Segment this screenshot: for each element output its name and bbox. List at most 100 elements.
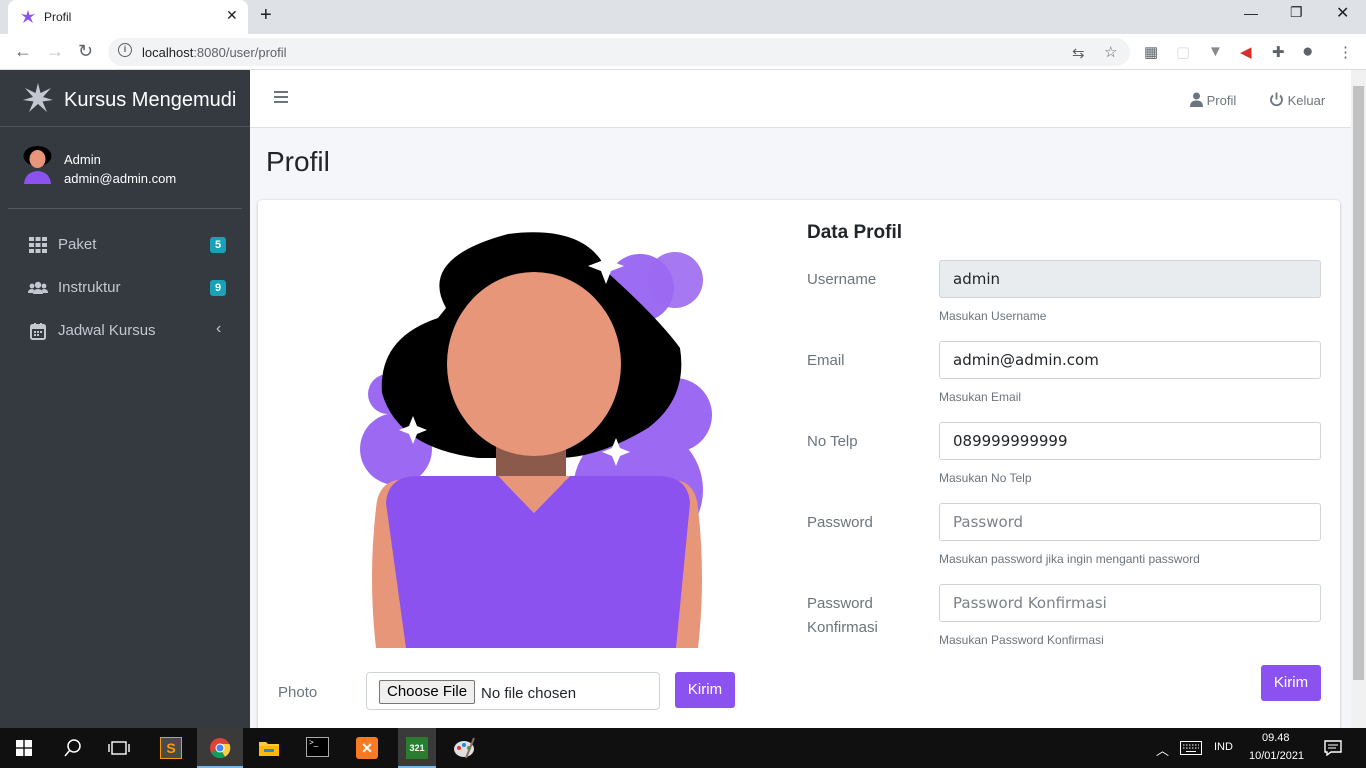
user-email: admin@admin.com bbox=[64, 171, 177, 186]
sidebar: Kursus Mengemudi Admin admin@admin.com P… bbox=[0, 70, 250, 728]
brand-link[interactable]: Kursus Mengemudi bbox=[0, 70, 250, 127]
avatar[interactable] bbox=[21, 144, 54, 184]
telp-help: Masukan No Telp bbox=[939, 471, 1032, 485]
search-icon[interactable] bbox=[62, 738, 84, 758]
minimize-button[interactable]: — bbox=[1244, 5, 1258, 21]
user-icon bbox=[1190, 92, 1203, 107]
window-close-button[interactable]: ✕ bbox=[1336, 3, 1349, 23]
new-tab-button[interactable]: + bbox=[260, 4, 272, 27]
keluar-link[interactable]: Keluar bbox=[1269, 92, 1325, 108]
calendar-icon bbox=[30, 323, 46, 340]
user-panel: Admin admin@admin.com bbox=[8, 127, 242, 209]
telp-field[interactable]: 089999999999 bbox=[939, 422, 1321, 460]
username-label: Username bbox=[807, 271, 877, 288]
taskbar: S >_ ✕ 321 ︿ IND 09.48 10/01/2021 bbox=[0, 728, 1366, 768]
keluar-link-label: Keluar bbox=[1287, 93, 1326, 108]
top-navbar: Profil Keluar bbox=[250, 70, 1351, 128]
password-field[interactable]: Password bbox=[939, 503, 1321, 541]
section-title: Data Profil bbox=[807, 222, 903, 243]
email-label: Email bbox=[807, 352, 845, 369]
clock-date[interactable]: 10/01/2021 bbox=[1249, 750, 1304, 762]
url-text[interactable]: localhost:8080/user/profil bbox=[142, 45, 287, 60]
chevron-left-icon: ‹ bbox=[216, 320, 222, 337]
file-status: No file chosen bbox=[481, 685, 577, 702]
forward-icon[interactable]: → bbox=[46, 41, 64, 62]
power-icon bbox=[1270, 92, 1283, 107]
counter-app-icon: 321 bbox=[406, 737, 428, 759]
notification-icon[interactable] bbox=[1324, 740, 1342, 756]
reload-icon[interactable]: ↻ bbox=[78, 41, 93, 62]
password-confirm-label-line2: Konfirmasi bbox=[807, 619, 878, 636]
clock-time[interactable]: 09.48 bbox=[1262, 732, 1290, 744]
browser-tabbar: Profil ✕ + — ❐ ✕ bbox=[0, 0, 1366, 34]
username-help: Masukan Username bbox=[939, 309, 1047, 323]
task-view-icon[interactable] bbox=[108, 738, 130, 758]
sidebar-item-label: Instruktur bbox=[58, 279, 121, 296]
qr-extension-icon[interactable]: ▦ bbox=[1144, 43, 1158, 61]
user-name[interactable]: Admin bbox=[64, 152, 101, 167]
sidebar-item-label: Paket bbox=[58, 236, 97, 253]
address-bar[interactable]: i localhost:8080/user/profil ⇆ ☆ bbox=[108, 38, 1130, 66]
password-confirm-help: Masukan Password Konfirmasi bbox=[939, 633, 1104, 647]
sublime-text-icon[interactable]: S bbox=[160, 737, 182, 759]
favicon-icon bbox=[21, 10, 35, 23]
terminal-icon[interactable]: >_ bbox=[306, 737, 329, 757]
password-help: Masukan password jika ingin menganti pas… bbox=[939, 552, 1200, 566]
grid-icon bbox=[29, 237, 47, 253]
profil-link[interactable]: Profil bbox=[1190, 92, 1236, 108]
sidebar-item-paket[interactable]: Paket 5 bbox=[8, 225, 242, 265]
chrome-taskbar-item[interactable] bbox=[197, 728, 243, 768]
chrome-icon bbox=[210, 738, 231, 759]
restore-button[interactable]: ❐ bbox=[1290, 4, 1303, 21]
choose-file-button[interactable]: Choose File bbox=[379, 680, 476, 704]
bookmark-star-icon[interactable]: ☆ bbox=[1104, 43, 1117, 61]
tab-close-icon[interactable]: ✕ bbox=[226, 7, 238, 24]
translate-icon[interactable]: ⇆ bbox=[1072, 44, 1085, 62]
windows-start-icon[interactable] bbox=[16, 740, 32, 756]
browser-tab[interactable]: Profil ✕ bbox=[8, 0, 248, 34]
photo-submit-button[interactable]: Kirim bbox=[675, 672, 735, 708]
password-confirm-field[interactable]: Password Konfirmasi bbox=[939, 584, 1321, 622]
sidebar-item-instruktur[interactable]: Instruktur 9 bbox=[8, 268, 242, 308]
extensions-puzzle-icon[interactable]: ✚ bbox=[1272, 43, 1285, 61]
profile-submit-button[interactable]: Kirim bbox=[1261, 665, 1321, 701]
email-help: Masukan Email bbox=[939, 390, 1022, 404]
hamburger-menu-icon[interactable] bbox=[274, 91, 290, 105]
photo-label: Photo bbox=[278, 684, 318, 701]
sidebar-item-label: Jadwal Kursus bbox=[58, 322, 156, 339]
content-wrapper: Profil Photo Choose File No file chosen … bbox=[250, 128, 1351, 740]
tray-chevron-up-icon[interactable]: ︿ bbox=[1156, 740, 1169, 759]
sidebar-item-jadwal-kursus[interactable]: Jadwal Kursus ‹ bbox=[8, 311, 242, 351]
xampp-icon[interactable]: ✕ bbox=[356, 737, 378, 759]
profile-icon[interactable]: ● bbox=[1302, 41, 1313, 63]
count-badge: 9 bbox=[210, 280, 226, 296]
paint-icon[interactable] bbox=[452, 736, 476, 760]
profile-photo bbox=[360, 232, 712, 648]
file-explorer-icon[interactable] bbox=[258, 737, 280, 759]
site-info-icon[interactable]: i bbox=[118, 43, 132, 57]
keyboard-icon[interactable] bbox=[1180, 741, 1202, 755]
profil-link-label: Profil bbox=[1206, 93, 1237, 108]
back-icon[interactable]: ← bbox=[14, 41, 32, 62]
username-field[interactable]: admin bbox=[939, 260, 1321, 298]
brand-text: Kursus Mengemudi bbox=[64, 89, 237, 111]
photo-file-input[interactable]: Choose File No file chosen bbox=[366, 672, 660, 710]
browser-toolbar: ← → ↻ i localhost:8080/user/profil ⇆ ☆ ▦… bbox=[0, 34, 1366, 70]
megaphone-extension-icon[interactable]: ◀ bbox=[1240, 43, 1252, 61]
profile-card: Photo Choose File No file chosen Kirim D… bbox=[258, 200, 1340, 740]
counter-app-taskbar-item[interactable]: 321 bbox=[398, 728, 436, 768]
tab-title: Profil bbox=[44, 10, 72, 24]
menu-dots-icon[interactable]: ⋮ bbox=[1338, 43, 1353, 61]
password-label: Password bbox=[807, 514, 873, 531]
vue-extension-icon[interactable]: ▼ bbox=[1208, 43, 1223, 60]
email-field[interactable]: admin@admin.com bbox=[939, 341, 1321, 379]
language-indicator[interactable]: IND bbox=[1214, 741, 1233, 753]
telp-label: No Telp bbox=[807, 433, 858, 450]
brand-logo-icon bbox=[23, 83, 53, 112]
extension-icon[interactable]: ▢ bbox=[1176, 43, 1190, 61]
users-icon bbox=[28, 281, 48, 294]
count-badge: 5 bbox=[210, 237, 226, 253]
scrollbar-thumb[interactable] bbox=[1353, 86, 1364, 680]
scrollbar[interactable] bbox=[1351, 70, 1366, 728]
password-confirm-label-line1: Password bbox=[807, 595, 873, 612]
